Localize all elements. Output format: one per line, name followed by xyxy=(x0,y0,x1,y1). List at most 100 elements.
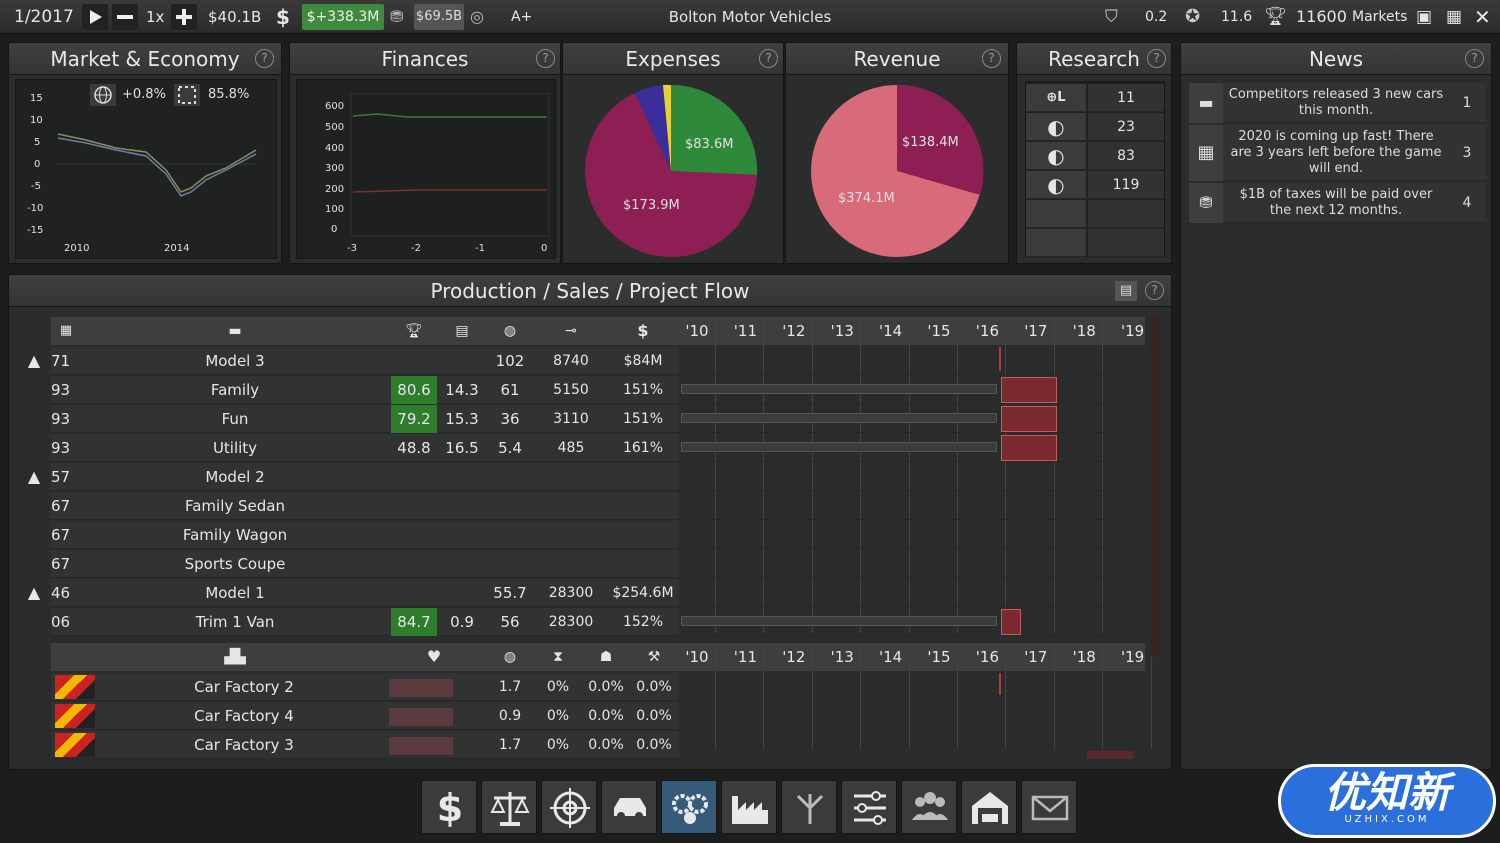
expand-arrow-icon[interactable]: ▲ xyxy=(23,463,45,491)
mail-dock-button[interactable] xyxy=(1021,780,1077,834)
model-name[interactable]: Trim 1 Van xyxy=(85,608,385,636)
factory-name[interactable]: Car Factory 4 xyxy=(99,702,389,730)
target-icon xyxy=(550,788,590,828)
target-dock-button[interactable] xyxy=(541,780,597,834)
economy-lines xyxy=(56,133,257,197)
factory-name[interactable]: Car Factory 3 xyxy=(99,731,389,759)
model-name[interactable]: Model 2 xyxy=(85,463,385,491)
model-name[interactable]: Family Wagon xyxy=(85,521,385,549)
expand-arrow-icon[interactable] xyxy=(23,492,45,520)
model-name[interactable]: Model 1 xyxy=(85,579,385,607)
distribution-dock-button[interactable] xyxy=(781,780,837,834)
trophy-icon: 🏆︎ xyxy=(405,323,423,339)
model-id: 67 xyxy=(51,497,71,515)
expenses-pie xyxy=(585,84,758,258)
timeline-bar xyxy=(681,616,997,626)
play-icon xyxy=(90,10,102,24)
production-bar[interactable] xyxy=(1001,435,1057,461)
model-rating xyxy=(391,521,437,549)
play-button[interactable] xyxy=(82,4,108,30)
model-id: 93 xyxy=(51,381,71,399)
balance-dock-button[interactable] xyxy=(481,780,537,834)
expand-arrow-icon[interactable]: ▲ xyxy=(23,579,45,607)
research-help-icon[interactable]: ? xyxy=(1147,49,1166,68)
finances-help-icon[interactable]: ? xyxy=(536,49,555,68)
news-item-text[interactable]: Competitors released 3 new cars this mon… xyxy=(1227,87,1445,119)
revenue-help-icon[interactable]: ? xyxy=(982,49,1001,68)
factory-dock-button[interactable] xyxy=(721,780,777,834)
calculator-icon[interactable]: ▦ xyxy=(1446,0,1462,34)
faster-button[interactable] xyxy=(171,4,197,30)
news-count: 1 xyxy=(1462,95,1472,111)
factory-value: 0.0% xyxy=(636,708,672,724)
settings-dock-button[interactable] xyxy=(841,780,897,834)
finance-dock-button[interactable]: $ xyxy=(421,780,477,834)
market-help-icon[interactable]: ? xyxy=(255,49,274,68)
expand-arrow-icon[interactable] xyxy=(23,405,45,433)
model-units: 56 xyxy=(500,613,520,631)
model-name[interactable]: Model 3 xyxy=(85,347,385,375)
factory-flag-icon xyxy=(55,675,95,699)
stat1-value: 0.2 xyxy=(1145,9,1168,25)
year-label: '11 xyxy=(733,648,757,666)
flow-panel: Production / Sales / Project Flow ▤ ? ▦ ▬… xyxy=(8,274,1172,770)
factory-name[interactable]: Car Factory 2 xyxy=(99,673,389,701)
year-label: '12 xyxy=(782,322,806,340)
model-name[interactable]: Family xyxy=(85,376,385,404)
expenses-help-icon[interactable]: ? xyxy=(759,49,778,68)
model-rating xyxy=(391,463,437,491)
news-item-text[interactable]: $1B of taxes will be paid over the next … xyxy=(1227,187,1445,219)
production-bar[interactable] xyxy=(1001,406,1057,432)
save-icon[interactable]: ▣ xyxy=(1416,0,1432,34)
model-id: 06 xyxy=(51,613,71,631)
model-profit: $254.6M xyxy=(612,585,674,601)
expand-arrow-icon[interactable] xyxy=(23,434,45,462)
news-item-text[interactable]: 2020 is coming up fast! There are 3 year… xyxy=(1227,129,1445,177)
model-name[interactable]: Family Sedan xyxy=(85,492,385,520)
factory-value: 0.0% xyxy=(636,679,672,695)
model-rating: 84.7 xyxy=(391,608,437,636)
production-bar[interactable] xyxy=(1001,609,1021,635)
news-title: News xyxy=(1181,43,1491,75)
staff-dock-button[interactable] xyxy=(901,780,957,834)
factory-value: 0.0% xyxy=(636,737,672,753)
branch-icon xyxy=(796,794,824,824)
year-label: '10 xyxy=(685,648,709,666)
date-label: 1/2017 xyxy=(14,7,74,27)
model-price xyxy=(439,521,485,549)
dealers-dock-button[interactable] xyxy=(961,780,1017,834)
news-help-icon[interactable]: ? xyxy=(1465,49,1484,68)
research-value: 83 xyxy=(1117,148,1135,164)
model-name[interactable]: Sports Coupe xyxy=(85,550,385,578)
research-value: 119 xyxy=(1112,177,1140,193)
slower-button[interactable] xyxy=(112,4,138,30)
stock-value: $69.5B xyxy=(414,4,464,30)
model-price: 0.9 xyxy=(450,613,474,631)
timeline-bar xyxy=(681,384,997,394)
expand-arrow-icon[interactable]: ▲ xyxy=(23,347,45,375)
model-price: 14.3 xyxy=(445,381,479,399)
svg-text:$: $ xyxy=(437,788,463,828)
expand-arrow-icon[interactable] xyxy=(23,521,45,549)
watermark-text: 优知新 xyxy=(1323,768,1450,817)
car-icon xyxy=(614,798,646,820)
expand-arrow-icon[interactable] xyxy=(23,376,45,404)
expand-arrow-icon[interactable] xyxy=(23,608,45,636)
expand-arrow-icon[interactable] xyxy=(23,550,45,578)
model-id: 67 xyxy=(51,555,71,573)
revenue-label-1: $138.4M xyxy=(902,135,959,150)
news-panel: News ? ▬ ▦ ⛃ Competitors released 3 new … xyxy=(1180,42,1492,770)
markets-button[interactable]: Markets xyxy=(1352,0,1407,34)
model-name[interactable]: Utility xyxy=(85,434,385,462)
expenses-slice-green xyxy=(671,84,758,175)
production-bar[interactable] xyxy=(1001,377,1057,403)
watermark-logo: 优知新 UZHIX.COM xyxy=(1278,764,1496,838)
factory-bar xyxy=(389,708,453,726)
model-price xyxy=(439,347,485,375)
close-icon[interactable]: ✕ xyxy=(1474,0,1491,34)
expenses-title: Expenses xyxy=(563,43,783,75)
engineering-dock-button[interactable] xyxy=(661,780,717,834)
model-name[interactable]: Fun xyxy=(85,405,385,433)
year-label: '16 xyxy=(975,322,999,340)
cars-dock-button[interactable] xyxy=(601,780,657,834)
